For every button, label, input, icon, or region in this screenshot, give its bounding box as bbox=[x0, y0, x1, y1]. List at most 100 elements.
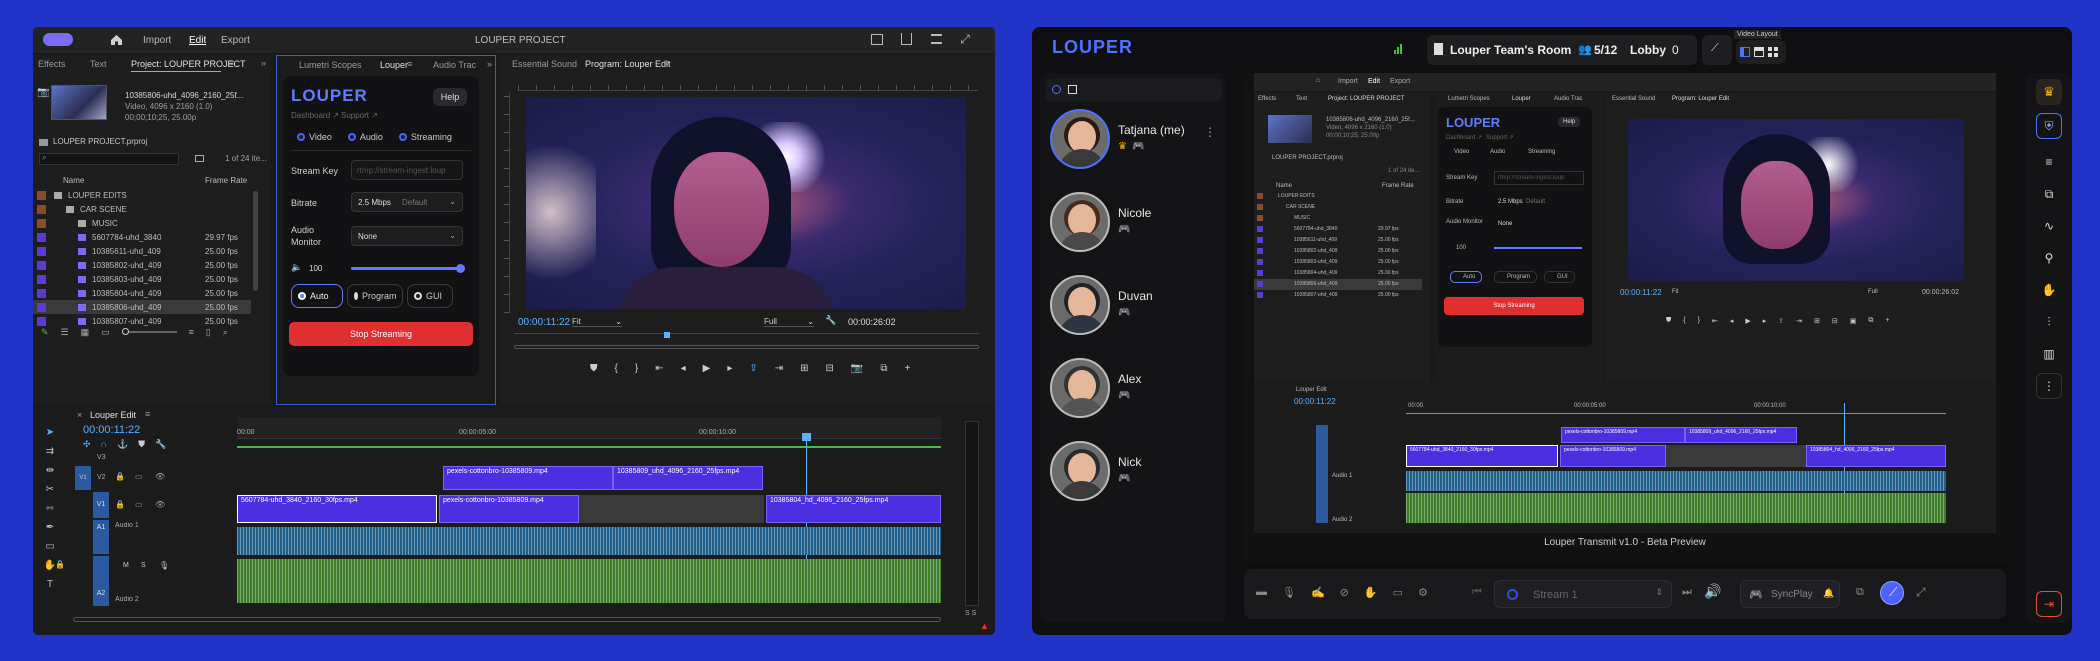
find-icon[interactable]: ⌕ bbox=[223, 327, 228, 338]
circle-view-icon[interactable] bbox=[1052, 85, 1061, 94]
chat-icon[interactable]: ⧉ bbox=[2036, 181, 2062, 207]
mic-icon[interactable]: 🎙 bbox=[1282, 586, 1296, 599]
fullscreen-icon[interactable]: ⤢ bbox=[958, 32, 972, 46]
program-scroll[interactable] bbox=[514, 345, 979, 349]
razor-icon[interactable]: ✂ bbox=[46, 484, 54, 495]
pointer-off-icon[interactable]: ⊘ bbox=[1340, 586, 1349, 599]
clip-v1-a[interactable]: 5607784-uhd_3840_2160_30fps.mp4 bbox=[237, 495, 437, 523]
more-icon[interactable]: ⋮ bbox=[2036, 373, 2062, 399]
compare-icon[interactable]: ⧉ bbox=[880, 363, 887, 374]
program-timecode[interactable]: 00:00:11:22 bbox=[518, 317, 570, 328]
mode-auto[interactable]: Auto bbox=[291, 284, 343, 308]
clip-v1-c[interactable]: 10385804_hd_4096_2160_25fps.mp4 bbox=[766, 495, 941, 523]
stats-icon[interactable]: ▥ bbox=[2036, 341, 2062, 367]
label-color-swatch[interactable] bbox=[37, 204, 46, 214]
insert-icon[interactable]: ⊞ bbox=[800, 363, 808, 374]
timeline-tab-menu-icon[interactable]: ≡ bbox=[145, 409, 150, 419]
source-patch-v1[interactable]: V1 bbox=[75, 466, 91, 490]
timeline-close-icon[interactable]: × bbox=[77, 410, 82, 420]
crown-icon[interactable]: ♛ bbox=[2036, 79, 2062, 105]
new-bin-icon[interactable] bbox=[195, 155, 204, 162]
tab-effects[interactable]: Effects bbox=[38, 59, 65, 69]
timeline-timecode[interactable]: 00:00:11:22 bbox=[83, 424, 140, 436]
tab-louper[interactable]: Louper bbox=[380, 60, 408, 70]
video-check[interactable]: Video bbox=[291, 128, 338, 146]
menu-edit[interactable]: Edit bbox=[189, 35, 206, 46]
syncplay-button[interactable]: 🎮 SyncPlay 🔔 bbox=[1740, 580, 1840, 608]
workspace-menu-icon[interactable] bbox=[931, 34, 942, 44]
timeline-ruler[interactable]: 00:00 00:00:05:00 00:00:10:00 bbox=[237, 417, 941, 439]
participant-tile[interactable]: Nicole 🎮 bbox=[1050, 192, 1200, 262]
col-rate[interactable]: Frame Rate bbox=[205, 176, 247, 185]
ripple-icon[interactable]: ⇹ bbox=[46, 465, 54, 476]
clip-v2-b[interactable]: 10385809_uhd_4096_2160_25fps.mp4 bbox=[613, 466, 763, 490]
layout-split-icon[interactable] bbox=[1754, 47, 1764, 57]
play-icon[interactable]: ▶ bbox=[703, 363, 711, 374]
program-tab-menu-icon[interactable]: ≡ bbox=[665, 58, 670, 68]
solo-button[interactable]: S bbox=[141, 562, 146, 569]
square-view-icon[interactable] bbox=[1068, 85, 1077, 94]
project-item[interactable]: 10385803-uhd_409 25.00 fps bbox=[33, 272, 251, 286]
mode-program[interactable]: Program bbox=[347, 284, 403, 308]
eye-icon[interactable]: 👁 bbox=[155, 472, 165, 481]
equalizer-icon[interactable]: ⫶ bbox=[2036, 309, 2062, 335]
prev-stream-icon[interactable]: ⏮ bbox=[1472, 586, 1482, 599]
stop-streaming-button[interactable]: Stop Streaming bbox=[289, 322, 473, 346]
overwrite-icon[interactable]: ⊟ bbox=[826, 363, 834, 374]
more-options-icon[interactable]: ⋮ bbox=[1204, 125, 1216, 139]
playhead-marker[interactable] bbox=[664, 332, 670, 338]
resolution-select[interactable]: Full ⌄ bbox=[764, 317, 814, 327]
leave-icon[interactable]: ⇥ bbox=[2036, 591, 2062, 617]
link-icon[interactable]: ⚓ bbox=[117, 439, 128, 450]
panel-expand-icon[interactable]: » bbox=[487, 59, 492, 69]
menu-import[interactable]: Import bbox=[143, 35, 171, 46]
rect-icon[interactable]: ▭ bbox=[45, 541, 54, 552]
support-link[interactable]: Support ↗ bbox=[341, 111, 378, 120]
tab-essential-sound[interactable]: Essential Sound bbox=[512, 59, 577, 69]
col-name[interactable]: Name bbox=[63, 176, 84, 185]
panel-menu-icon[interactable]: ≡ bbox=[229, 58, 234, 68]
app-switch[interactable] bbox=[43, 33, 73, 46]
screen-share-icon[interactable]: ▭ bbox=[1393, 586, 1403, 599]
project-search-input[interactable]: ⌕ bbox=[39, 153, 179, 165]
label-color-swatch[interactable] bbox=[37, 302, 46, 312]
list-view-icon[interactable]: ☰ bbox=[61, 327, 69, 338]
marker-icon[interactable]: ⛊ bbox=[590, 363, 598, 374]
project-item[interactable]: LOUPER EDITS bbox=[33, 188, 251, 202]
playlist-icon[interactable]: ≡ bbox=[2036, 149, 2062, 175]
volume-icon[interactable]: 🔊 bbox=[1704, 583, 1721, 600]
streaming-check[interactable]: Streaming bbox=[393, 128, 458, 146]
mark-in-icon[interactable]: { bbox=[615, 363, 618, 374]
audio-clip-a1[interactable] bbox=[237, 527, 941, 555]
stream-key-input[interactable]: rtmp://stream-ingest.loup bbox=[351, 160, 463, 180]
work-area-bar[interactable] bbox=[237, 446, 941, 448]
tab-lumetri[interactable]: Lumetri Scopes bbox=[299, 60, 362, 70]
settings-wrench-icon[interactable]: 🔧 bbox=[155, 439, 166, 450]
type-icon[interactable]: T bbox=[47, 579, 53, 590]
add-button-icon[interactable]: + bbox=[905, 363, 911, 374]
file-list-scrollbar[interactable] bbox=[253, 191, 258, 291]
project-item[interactable]: 10385806-uhd_409 25.00 fps bbox=[33, 300, 251, 314]
shield-icon[interactable]: ⛨ bbox=[2036, 113, 2062, 139]
volume-slider[interactable] bbox=[351, 264, 465, 273]
export-frame-icon[interactable]: 📷 bbox=[851, 363, 863, 374]
label-color-swatch[interactable] bbox=[37, 274, 46, 284]
label-color-swatch[interactable] bbox=[37, 218, 46, 228]
eye-icon[interactable]: 👁 bbox=[155, 500, 165, 509]
project-item[interactable]: 5607784-uhd_3840 29.97 fps bbox=[33, 230, 251, 244]
layout-sidebar-icon[interactable] bbox=[1740, 47, 1750, 57]
layout-grid-icon[interactable] bbox=[1768, 47, 1778, 57]
quick-export-icon[interactable] bbox=[871, 34, 883, 45]
bitrate-select[interactable]: 2.5 Mbps Default ⌄ bbox=[351, 192, 463, 212]
lock-icon[interactable]: 🔒 bbox=[115, 500, 125, 509]
lock-icon[interactable]: 🔒 bbox=[115, 472, 125, 481]
snap-icon[interactable]: ∩ bbox=[101, 439, 107, 450]
icon-view-icon[interactable]: ▦ bbox=[81, 327, 90, 338]
participant-tile[interactable]: Alex 🎮 bbox=[1050, 358, 1200, 428]
annotate-icon[interactable]: ✍ bbox=[1311, 586, 1325, 599]
participant-tile[interactable]: Tatjana (me) ♛ ⋮ 🎮 bbox=[1050, 109, 1216, 179]
person-icon[interactable]: ⚲ bbox=[2036, 245, 2062, 271]
audio-monitor-select[interactable]: None ⌄ bbox=[351, 226, 463, 246]
project-item[interactable]: 10385611-uhd_409 25.00 fps bbox=[33, 244, 251, 258]
go-to-in-icon[interactable]: ⇤ bbox=[655, 363, 663, 374]
